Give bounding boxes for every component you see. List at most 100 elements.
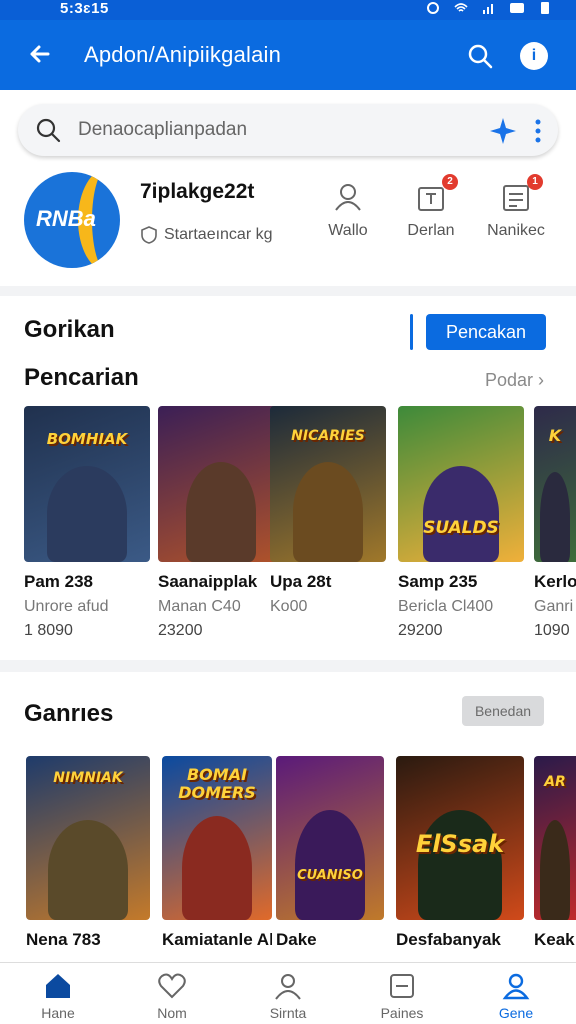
benedan-button[interactable]: Benedan (462, 696, 544, 726)
game-card[interactable]: K Kerlo Ganri 1090 (534, 406, 576, 640)
account-icon (502, 973, 530, 1000)
game-subtitle: Ko00 (270, 598, 308, 615)
status-icons (426, 0, 552, 16)
game-cover: K (534, 406, 576, 562)
action-label: Wallo (328, 222, 368, 239)
game-card[interactable]: Saanaipplak Manan C40 23200 (158, 406, 284, 640)
game-cover: CUANISO (276, 756, 384, 920)
game-cover: NIMNIAK (26, 756, 150, 920)
signal-icon (483, 4, 493, 14)
data-icon (510, 3, 524, 13)
game-title: Dake (276, 930, 317, 949)
game-card[interactable]: NICARIES Upa 28t Ko00 (270, 406, 386, 622)
action-wallo[interactable]: Wallo (308, 180, 388, 240)
character-figure (48, 820, 128, 920)
app-subtitle: Startaeıncar kg (140, 226, 273, 244)
nav-item-inbox[interactable]: Paines (352, 971, 452, 1021)
app-logo: RNBa (24, 172, 120, 268)
character-figure (186, 462, 256, 562)
game-title: Kerlo (534, 572, 576, 591)
section-heading: Gorikan (24, 316, 115, 343)
game-card[interactable]: BOMAI DOMERS Kamiatanle Al (162, 756, 272, 950)
contacts-icon (335, 184, 361, 211)
nav-item-favorites[interactable]: Nom (122, 971, 222, 1021)
game-card[interactable]: NIMNIAK Nena 783 (26, 756, 150, 950)
inbox-icon (390, 974, 414, 998)
nav-label: Paines (380, 1005, 424, 1021)
gift-icon-wrap: 2 (414, 174, 458, 214)
character-figure (295, 810, 365, 920)
featured-section: Gorikan Pencakan Pencarian Podar › BOMHI… (0, 296, 576, 660)
game-cover: BOMHIAK (24, 406, 150, 562)
game-card[interactable]: CUANISO Dake (276, 756, 384, 950)
info-button[interactable]: i (520, 42, 548, 70)
game-title: Samp 235 (398, 572, 478, 591)
cover-title: BOMHIAK (46, 430, 128, 448)
shield-icon (141, 226, 157, 244)
wifi-icon (454, 3, 468, 12)
cover-title: ElSsak (415, 830, 505, 858)
action-derlan[interactable]: 2 Derlan (391, 174, 471, 240)
section-heading: Ganrıes (24, 700, 114, 727)
cover-title: CUANISO (297, 868, 363, 883)
app-header-panel: Denaocaplianpadan RNBa 7iplakge22t Start… (0, 90, 576, 286)
game-title: Kamiatanle Al (162, 930, 272, 949)
info-icon: i (531, 47, 537, 64)
game-cover: BOMAI DOMERS (162, 756, 272, 920)
alarm-icon (427, 2, 439, 14)
character-figure (182, 816, 252, 920)
game-subtitle: Manan C40 (158, 598, 241, 615)
game-card[interactable]: SUALDS Samp 235 Bericla Cl400 29200 (398, 406, 524, 640)
notification-badge: 2 (442, 174, 458, 190)
game-card[interactable]: ElSsak Desfabanyak (396, 756, 524, 950)
search-bar[interactable]: Denaocaplianpadan (18, 104, 558, 156)
game-subtitle: Bericla Cl400 (398, 598, 494, 615)
search-icon (36, 118, 61, 143)
game-card[interactable]: BOMHIAK Pam 238 Unrore afud 1 8090 (24, 406, 150, 640)
game-cover: AR (534, 756, 576, 920)
game-title: Nena 783 (26, 930, 101, 949)
search-input[interactable]: Denaocaplianpadan (78, 119, 247, 141)
notes-icon-wrap: 1 (499, 174, 543, 214)
nav-item-home[interactable]: Hane (8, 971, 108, 1021)
home-icon (46, 974, 70, 998)
character-figure (47, 466, 127, 562)
games-section: Ganrıes Benedan NIMNIAK Nena 783 BOMAI D… (0, 672, 576, 962)
app-name: 7iplakge22t (140, 180, 255, 203)
section-subheading: Pencarian (24, 364, 139, 391)
nav-label: Sirnta (269, 1005, 307, 1021)
search-icon[interactable] (466, 42, 494, 70)
nav-label: Gene (498, 1005, 534, 1021)
back-arrow-icon[interactable] (26, 40, 54, 68)
game-title: Keak (534, 930, 575, 949)
cover-title: SUALDS (423, 518, 499, 538)
sparkle-icon[interactable] (488, 116, 518, 146)
cover-title: NICARIES (291, 428, 365, 444)
game-card[interactable]: AR Keak (534, 756, 576, 950)
action-label: Derlan (407, 222, 455, 239)
action-nanikec[interactable]: 1 Nanikec (476, 174, 556, 240)
game-cover: ElSsak (396, 756, 524, 920)
game-subtitle: Ganri (534, 598, 574, 615)
logo-text: RNBa (36, 206, 96, 231)
game-count: 23200 (158, 622, 203, 639)
cover-title: AR (544, 774, 566, 790)
vertical-divider (410, 314, 413, 350)
game-title: Pam 238 (24, 572, 93, 591)
nav-item-account[interactable]: Gene (466, 971, 566, 1021)
pencakan-button[interactable]: Pencakan (426, 314, 546, 350)
game-count: 1090 (534, 622, 570, 639)
nav-item-profile[interactable]: Sirnta (238, 971, 338, 1021)
more-vert-icon[interactable] (534, 118, 542, 144)
app-subtitle-text: Startaeıncar kg (164, 226, 273, 243)
game-count: 1 8090 (24, 622, 73, 639)
cover-title: BOMAI DOMERS (178, 765, 256, 802)
see-all-link[interactable]: Podar › (485, 370, 544, 391)
app-bar: Apdon/Anipiikgalain i (0, 20, 576, 90)
nav-label: Nom (157, 1005, 187, 1021)
status-time: 5:3ԑ15 (60, 0, 109, 17)
profile-icon (275, 974, 301, 1000)
heart-icon (158, 973, 186, 999)
cover-title: NIMNIAK (53, 770, 123, 786)
notification-badge: 1 (527, 174, 543, 190)
